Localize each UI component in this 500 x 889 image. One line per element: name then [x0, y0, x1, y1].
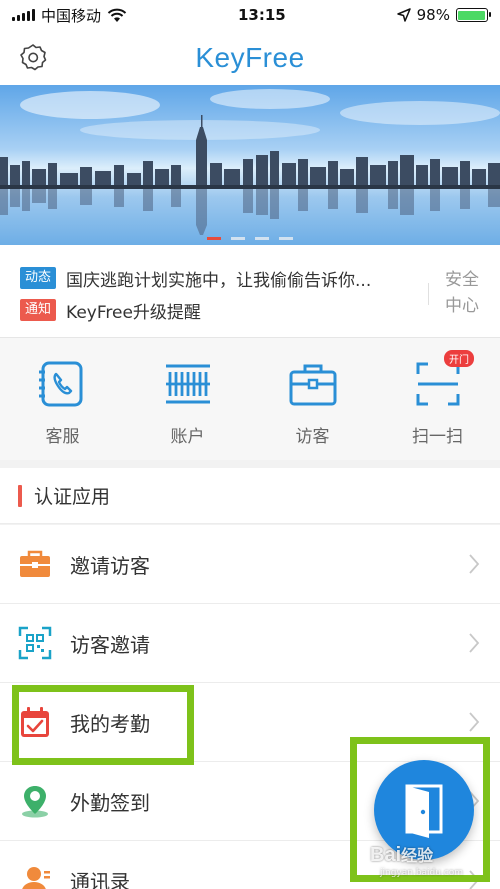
calendar-check-icon	[21, 707, 49, 737]
quick-action-label: 客服	[45, 427, 80, 447]
signal-icon	[12, 9, 35, 21]
carousel-dots	[0, 237, 500, 240]
account-button[interactable]: 账户	[125, 338, 250, 460]
carousel-dot-active[interactable]	[207, 237, 221, 240]
list-item-my-attendance[interactable]: 我的考勤	[0, 683, 500, 762]
quick-action-label: 扫一扫	[412, 427, 463, 447]
location-arrow-icon	[396, 8, 411, 22]
phone-icon	[38, 361, 82, 407]
status-left: 中国移动	[12, 5, 127, 26]
notice-tag: 通知	[20, 299, 57, 321]
watermark-text: Bai	[370, 844, 402, 866]
list-item-visitor-invitation[interactable]: 访客邀请	[0, 604, 500, 683]
briefcase-icon	[289, 364, 336, 406]
clock: 13:15	[237, 6, 286, 24]
watermark-cn: 经验	[401, 848, 434, 865]
section-accent-bar	[18, 484, 22, 507]
navbar: KeyFree	[0, 30, 500, 85]
carrier-label: 中国移动	[41, 6, 102, 25]
visitor-button[interactable]: 访客	[250, 338, 375, 460]
barcode-icon	[165, 364, 210, 404]
customer-service-button[interactable]: 客服	[0, 338, 125, 460]
carousel-dot[interactable]	[255, 237, 269, 240]
wifi-icon	[107, 8, 127, 22]
list-item-label: 通讯录	[70, 869, 130, 889]
notice-item[interactable]: 通知 KeyFree升级提醒	[20, 297, 201, 323]
carousel-dot[interactable]	[279, 237, 293, 240]
watermark: Bai经验	[370, 842, 433, 867]
city-skyline-image	[0, 89, 500, 235]
section-header: 认证应用	[0, 468, 500, 524]
scan-button[interactable]: 开门 扫一扫	[375, 338, 500, 460]
section-title: 认证应用	[34, 486, 111, 508]
battery-percent: 98%	[416, 6, 450, 24]
notice-panel: 动态 国庆逃跑计划实施中，让我偷偷告诉你... 通知 KeyFree升级提醒 安…	[0, 245, 500, 338]
watermark-url: jingyan.baidu.com	[380, 868, 464, 878]
contacts-icon	[22, 867, 50, 889]
news-tag: 动态	[20, 267, 57, 289]
battery-fill	[458, 10, 485, 20]
chevron-right-icon	[469, 633, 480, 653]
chevron-right-icon	[469, 554, 480, 574]
chevron-right-icon	[469, 712, 480, 732]
status-bar: 中国移动 13:15 98%	[0, 0, 500, 30]
gear-icon[interactable]	[18, 42, 48, 72]
notice-text: 国庆逃跑计划实施中，让我偷偷告诉你...	[66, 270, 372, 291]
banner-carousel[interactable]	[0, 85, 500, 245]
list-item-label: 邀请访客	[70, 553, 150, 578]
list-item-label: 访客邀请	[70, 632, 150, 657]
app-title: KeyFree	[195, 41, 305, 73]
list-item-invite-visitor[interactable]: 邀请访客	[0, 525, 500, 604]
open-door-badge: 开门	[444, 350, 474, 367]
notice-text: KeyFree升级提醒	[66, 302, 201, 323]
quick-actions: 客服 账户 访客 开门 扫一扫	[0, 338, 500, 460]
map-pin-icon	[22, 786, 48, 818]
door-icon	[405, 784, 443, 838]
briefcase-icon	[20, 550, 50, 577]
notice-item[interactable]: 动态 国庆逃跑计划实施中，让我偷偷告诉你...	[20, 265, 371, 291]
divider	[428, 283, 429, 305]
battery-icon	[455, 8, 491, 22]
list-item-label: 外勤签到	[70, 790, 150, 815]
qr-code-icon	[18, 626, 52, 660]
status-right: 98%	[396, 6, 491, 24]
quick-action-label: 访客	[295, 427, 330, 447]
safety-center-link[interactable]: 安全中心	[440, 267, 484, 319]
list-item-label: 我的考勤	[70, 711, 150, 736]
chevron-right-icon	[469, 870, 480, 889]
carousel-dot[interactable]	[231, 237, 245, 240]
quick-action-label: 账户	[170, 427, 205, 447]
